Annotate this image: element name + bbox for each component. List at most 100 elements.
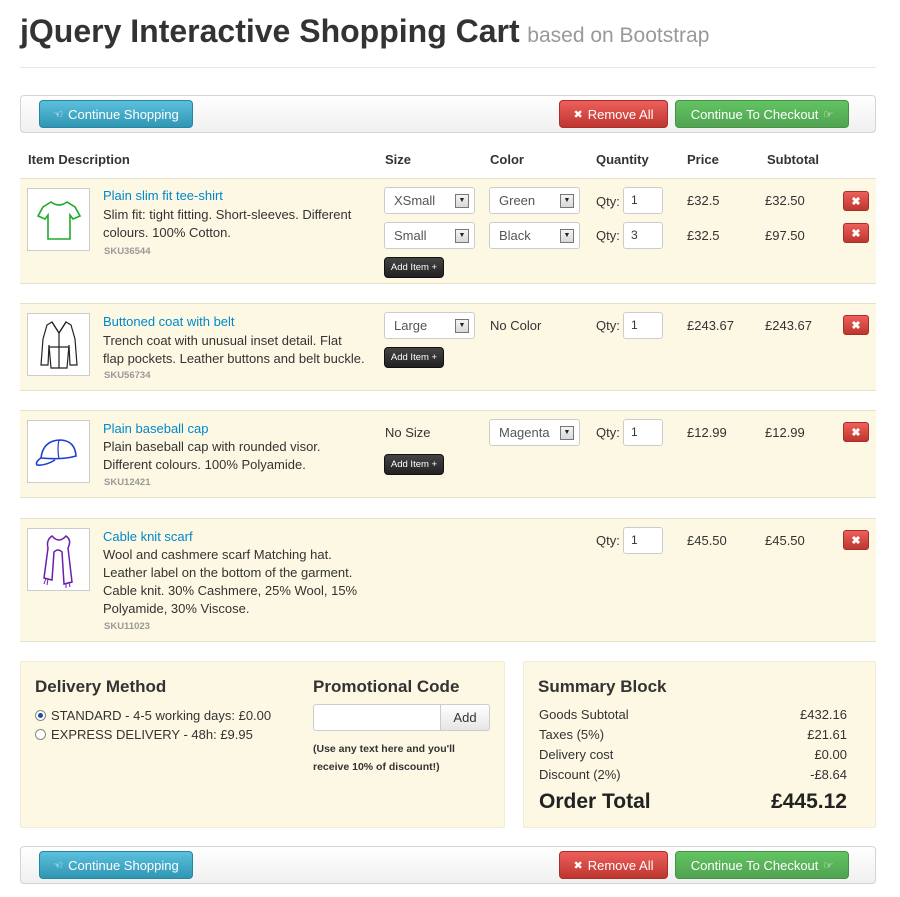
item-price: £32.5 [687, 228, 720, 243]
remove-item-button[interactable]: ✖ [843, 422, 869, 442]
checkout-label: Continue To Checkout [690, 857, 819, 873]
item-name-link[interactable]: Plain slim fit tee-shirt [103, 188, 223, 203]
promo-title: Promotional Code [313, 677, 460, 696]
x-icon: ✖ [851, 534, 861, 547]
summary-value: £0.00 [814, 747, 847, 762]
summary-label: Discount (2%) [539, 767, 621, 782]
add-item-button[interactable]: Add Item + [384, 454, 444, 475]
item-subtotal: £12.99 [765, 425, 805, 440]
x-icon: ✖ [851, 227, 861, 240]
col-size: Size [385, 152, 412, 167]
size-select[interactable]: Large ▼ [384, 312, 475, 339]
item-subtotal: £32.50 [765, 193, 805, 208]
chevron-down-icon: ▼ [560, 229, 574, 243]
radio-unselected[interactable] [35, 729, 46, 740]
promo-code-input[interactable] [313, 704, 441, 731]
item-description: Trench coat with unusual inset detail. F… [103, 333, 365, 366]
order-total-value: £445.12 [771, 790, 847, 813]
summary-panel: Summary Block Goods Subtotal £432.16 Tax… [523, 661, 876, 828]
item-price: £243.67 [687, 318, 734, 333]
x-icon: ✖ [573, 859, 583, 872]
item-name-link[interactable]: Plain baseball cap [103, 421, 209, 436]
chevron-down-icon: ▼ [455, 194, 469, 208]
order-total-label: Order Total [539, 790, 651, 813]
col-price: Price [687, 152, 719, 167]
color-value: Green [499, 193, 536, 208]
delivery-option-express[interactable]: EXPRESS DELIVERY - 48h: £9.95 [35, 727, 253, 742]
promo-add-button[interactable]: Add [440, 704, 490, 731]
qty-input[interactable]: 1 [623, 312, 663, 339]
scarf-image [27, 528, 90, 591]
summary-label: Goods Subtotal [539, 707, 629, 722]
col-quantity: Quantity [596, 152, 649, 167]
continue-shopping-label: Continue Shopping [68, 857, 179, 873]
checkout-button[interactable]: Continue To Checkout ☞ [675, 100, 849, 128]
item-name-link[interactable]: Cable knit scarf [103, 529, 193, 544]
continue-shopping-button[interactable]: ☜ Continue Shopping [39, 851, 193, 879]
cart-item-coat: Buttoned coat with belt Trench coat with… [20, 303, 876, 391]
qty-input[interactable]: 1 [623, 187, 663, 214]
delivery-option-label: STANDARD - 4-5 working days: £0.00 [51, 708, 272, 723]
color-value: Magenta [499, 425, 550, 440]
item-price: £32.5 [687, 193, 720, 208]
qty-label: Qty: [596, 318, 620, 333]
cart-item-scarf: Cable knit scarf Wool and cashmere scarf… [20, 518, 876, 642]
item-subtotal: £243.67 [765, 318, 812, 333]
cart-item-cap: Plain baseball cap Plain baseball cap wi… [20, 410, 876, 498]
color-select[interactable]: Magenta ▼ [489, 419, 580, 446]
hand-right-icon: ☞ [823, 108, 834, 121]
add-item-button[interactable]: Add Item + [384, 257, 444, 278]
remove-item-button[interactable]: ✖ [843, 223, 869, 243]
item-description: Slim fit: tight fitting. Short-sleeves. … [103, 207, 352, 240]
radio-selected[interactable] [35, 710, 46, 721]
delivery-option-label: EXPRESS DELIVERY - 48h: £9.95 [51, 727, 253, 742]
coat-image [27, 313, 90, 376]
remove-item-button[interactable]: ✖ [843, 530, 869, 550]
item-description: Plain baseball cap with rounded visor. D… [103, 439, 321, 472]
hand-right-icon: ☞ [823, 859, 834, 872]
chevron-down-icon: ▼ [560, 426, 574, 440]
hand-left-icon: ☜ [53, 108, 64, 121]
remove-item-button[interactable]: ✖ [843, 191, 869, 211]
add-item-button[interactable]: Add Item + [384, 347, 444, 368]
col-item-description: Item Description [28, 152, 130, 167]
qty-input[interactable]: 1 [623, 419, 663, 446]
x-icon: ✖ [851, 195, 861, 208]
size-select[interactable]: XSmall ▼ [384, 187, 475, 214]
checkout-button[interactable]: Continue To Checkout ☞ [675, 851, 849, 879]
item-sku: SKU11023 [104, 621, 150, 632]
delivery-option-standard[interactable]: STANDARD - 4-5 working days: £0.00 [35, 708, 271, 723]
continue-shopping-label: Continue Shopping [68, 106, 179, 122]
summary-value: £432.16 [800, 707, 847, 722]
col-subtotal: Subtotal [767, 152, 819, 167]
item-name-link[interactable]: Buttoned coat with belt [103, 314, 235, 329]
bottom-toolbar: ☜ Continue Shopping ✖ Remove All Continu… [20, 846, 876, 884]
color-select[interactable]: Black ▼ [489, 222, 580, 249]
x-icon: ✖ [851, 319, 861, 332]
summary-value: -£8.64 [810, 767, 847, 782]
cap-image [27, 420, 90, 483]
remove-all-button[interactable]: ✖ Remove All [559, 100, 668, 128]
page-title: jQuery Interactive Shopping Cart based o… [20, 13, 709, 50]
remove-all-label: Remove All [587, 857, 654, 873]
item-price: £12.99 [687, 425, 727, 440]
tshirt-image [27, 188, 90, 251]
qty-input[interactable]: 1 [623, 527, 663, 554]
color-value: No Color [490, 318, 542, 333]
delivery-title: Delivery Method [35, 677, 167, 696]
top-toolbar: ☜ Continue Shopping ✖ Remove All Continu… [20, 95, 876, 133]
summary-label: Delivery cost [539, 747, 614, 762]
continue-shopping-button[interactable]: ☜ Continue Shopping [39, 100, 193, 128]
page-title-main: jQuery Interactive Shopping Cart [20, 13, 520, 49]
color-value: Black [499, 228, 531, 243]
remove-all-button[interactable]: ✖ Remove All [559, 851, 668, 879]
remove-item-button[interactable]: ✖ [843, 315, 869, 335]
promo-note: (Use any text here and you'll receive 10… [313, 743, 455, 773]
color-select[interactable]: Green ▼ [489, 187, 580, 214]
size-value: Small [394, 228, 427, 243]
col-color: Color [490, 152, 524, 167]
size-value: No Size [385, 425, 431, 440]
title-divider [20, 67, 876, 68]
qty-input[interactable]: 3 [623, 222, 663, 249]
size-select[interactable]: Small ▼ [384, 222, 475, 249]
